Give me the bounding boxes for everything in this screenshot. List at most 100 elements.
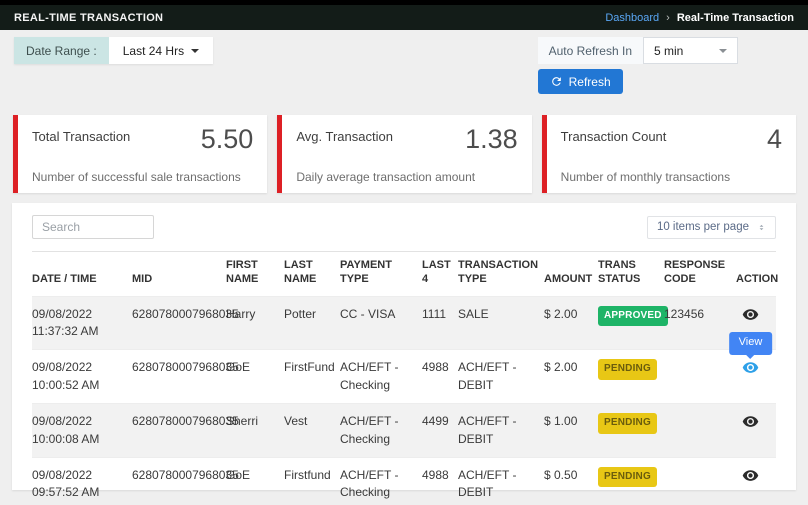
date-range-dropdown[interactable]: Last 24 Hrs [109,37,213,64]
transaction-type-cell: ACH/EFT - DEBIT [458,457,544,505]
column-header: LAST 4 [422,252,458,297]
date-time-cell: 09/08/2022 10:00:08 AM [32,404,132,458]
trans-status-cell: PENDING [598,457,664,505]
response-code-cell [664,404,736,458]
table-toolbar: 10 items per page [32,215,776,239]
stat-card-total-transaction: Total Transaction 5.50 Number of success… [13,115,267,193]
first-name-cell: Sherri [226,404,284,458]
action-cell [736,457,776,505]
breadcrumb-current: Real-Time Transaction [677,12,794,24]
stat-card-avg-transaction: Avg. Transaction 1.38 Daily average tran… [277,115,531,193]
stat-title: Transaction Count [561,126,667,144]
table-row: 09/08/2022 11:37:32 AM6280780007968035Ha… [32,296,776,350]
response-code-cell: 123456 [664,296,736,350]
mid-cell: 6280780007968035 [132,404,226,458]
refresh-button-label: Refresh [569,75,611,89]
last4-cell: 1111 [422,296,458,350]
date-range-value: Last 24 Hrs [123,44,184,58]
stat-description: Number of monthly transactions [561,170,782,184]
stat-value: 1.38 [465,126,518,153]
trans-status-cell: PENDING [598,404,664,458]
column-header: FIRST NAME [226,252,284,297]
status-badge: PENDING [598,467,657,488]
column-header: LAST NAME [284,252,340,297]
last-name-cell: Vest [284,404,340,458]
last-name-cell: Firstfund [284,457,340,505]
view-eye-icon[interactable] [742,467,759,484]
last4-cell: 4499 [422,404,458,458]
search-input[interactable] [32,215,154,239]
auto-refresh-label: Auto Refresh In [538,37,643,64]
controls-row: Date Range : Last 24 Hrs Auto Refresh In… [14,37,738,94]
stat-title: Avg. Transaction [296,126,393,144]
response-code-cell [664,457,736,505]
date-range-control: Date Range : Last 24 Hrs [14,37,213,64]
chevron-down-icon [191,49,199,53]
last-name-cell: Potter [284,296,340,350]
first-name-cell: GoE [226,350,284,404]
page-title: REAL-TIME TRANSACTION [14,12,163,24]
transaction-type-cell: ACH/EFT - DEBIT [458,404,544,458]
status-badge: APPROVED [598,306,668,327]
payment-type-cell: ACH/EFT - Checking [340,404,422,458]
column-header: TRANS STATUS [598,252,664,297]
view-eye-icon[interactable] [742,306,759,323]
transactions-table: DATE / TIMEMIDFIRST NAMELAST NAMEPAYMENT… [32,251,776,505]
payment-type-cell: CC - VISA [340,296,422,350]
trans-status-cell: PENDING [598,350,664,404]
stat-description: Number of successful sale transactions [32,170,253,184]
stat-value: 4 [767,126,782,153]
stat-description: Daily average transaction amount [296,170,517,184]
date-range-label: Date Range : [14,37,109,64]
mid-cell: 6280780007968035 [132,296,226,350]
amount-cell: $ 2.00 [544,296,598,350]
stat-value: 5.50 [201,126,254,153]
last-name-cell: FirstFund [284,350,340,404]
table-row: 09/08/2022 10:00:52 AM6280780007968035Go… [32,350,776,404]
trans-status-cell: APPROVED [598,296,664,350]
chevron-down-icon [719,49,727,53]
auto-refresh-control: Auto Refresh In 5 min [538,37,738,64]
unfold-icon [757,223,766,232]
payment-type-cell: ACH/EFT - Checking [340,457,422,505]
action-cell: View [736,350,776,404]
column-header: DATE / TIME [32,252,132,297]
last4-cell: 4988 [422,350,458,404]
first-name-cell: GoE [226,457,284,505]
breadcrumb-separator: › [666,12,670,24]
breadcrumb: Dashboard › Real-Time Transaction [605,12,794,24]
column-header: PAYMENT TYPE [340,252,422,297]
stat-card-transaction-count: Transaction Count 4 Number of monthly tr… [542,115,796,193]
auto-refresh-value: 5 min [654,44,683,58]
stat-title: Total Transaction [32,126,130,144]
transaction-type-cell: SALE [458,296,544,350]
view-eye-icon[interactable] [742,413,759,430]
response-code-cell [664,350,736,404]
table-row: 09/08/2022 10:00:08 AM6280780007968035Sh… [32,404,776,458]
table-header-row: DATE / TIMEMIDFIRST NAMELAST NAMEPAYMENT… [32,252,776,297]
amount-cell: $ 1.00 [544,404,598,458]
first-name-cell: Harry [226,296,284,350]
status-badge: PENDING [598,413,657,434]
auto-refresh-select[interactable]: 5 min [643,37,738,64]
column-header: ACTION [736,252,776,297]
date-time-cell: 09/08/2022 09:57:52 AM [32,457,132,505]
items-per-page-select[interactable]: 10 items per page [647,216,776,239]
action-cell [736,404,776,458]
column-header: MID [132,252,226,297]
column-header: AMOUNT [544,252,598,297]
items-per-page-label: 10 items per page [657,221,749,233]
mid-cell: 6280780007968035 [132,350,226,404]
refresh-button[interactable]: Refresh [538,69,623,94]
view-tooltip: View [729,332,773,355]
date-time-cell: 09/08/2022 11:37:32 AM [32,296,132,350]
amount-cell: $ 2.00 [544,350,598,404]
breadcrumb-dashboard-link[interactable]: Dashboard [605,12,659,24]
date-time-cell: 09/08/2022 10:00:52 AM [32,350,132,404]
app-header: REAL-TIME TRANSACTION Dashboard › Real-T… [0,0,808,30]
mid-cell: 6280780007968035 [132,457,226,505]
column-header: RESPONSE CODE [664,252,736,297]
transactions-panel: 10 items per page DATE / TIMEMIDFIRST NA… [12,203,796,490]
stat-cards: Total Transaction 5.50 Number of success… [13,115,796,193]
amount-cell: $ 0.50 [544,457,598,505]
